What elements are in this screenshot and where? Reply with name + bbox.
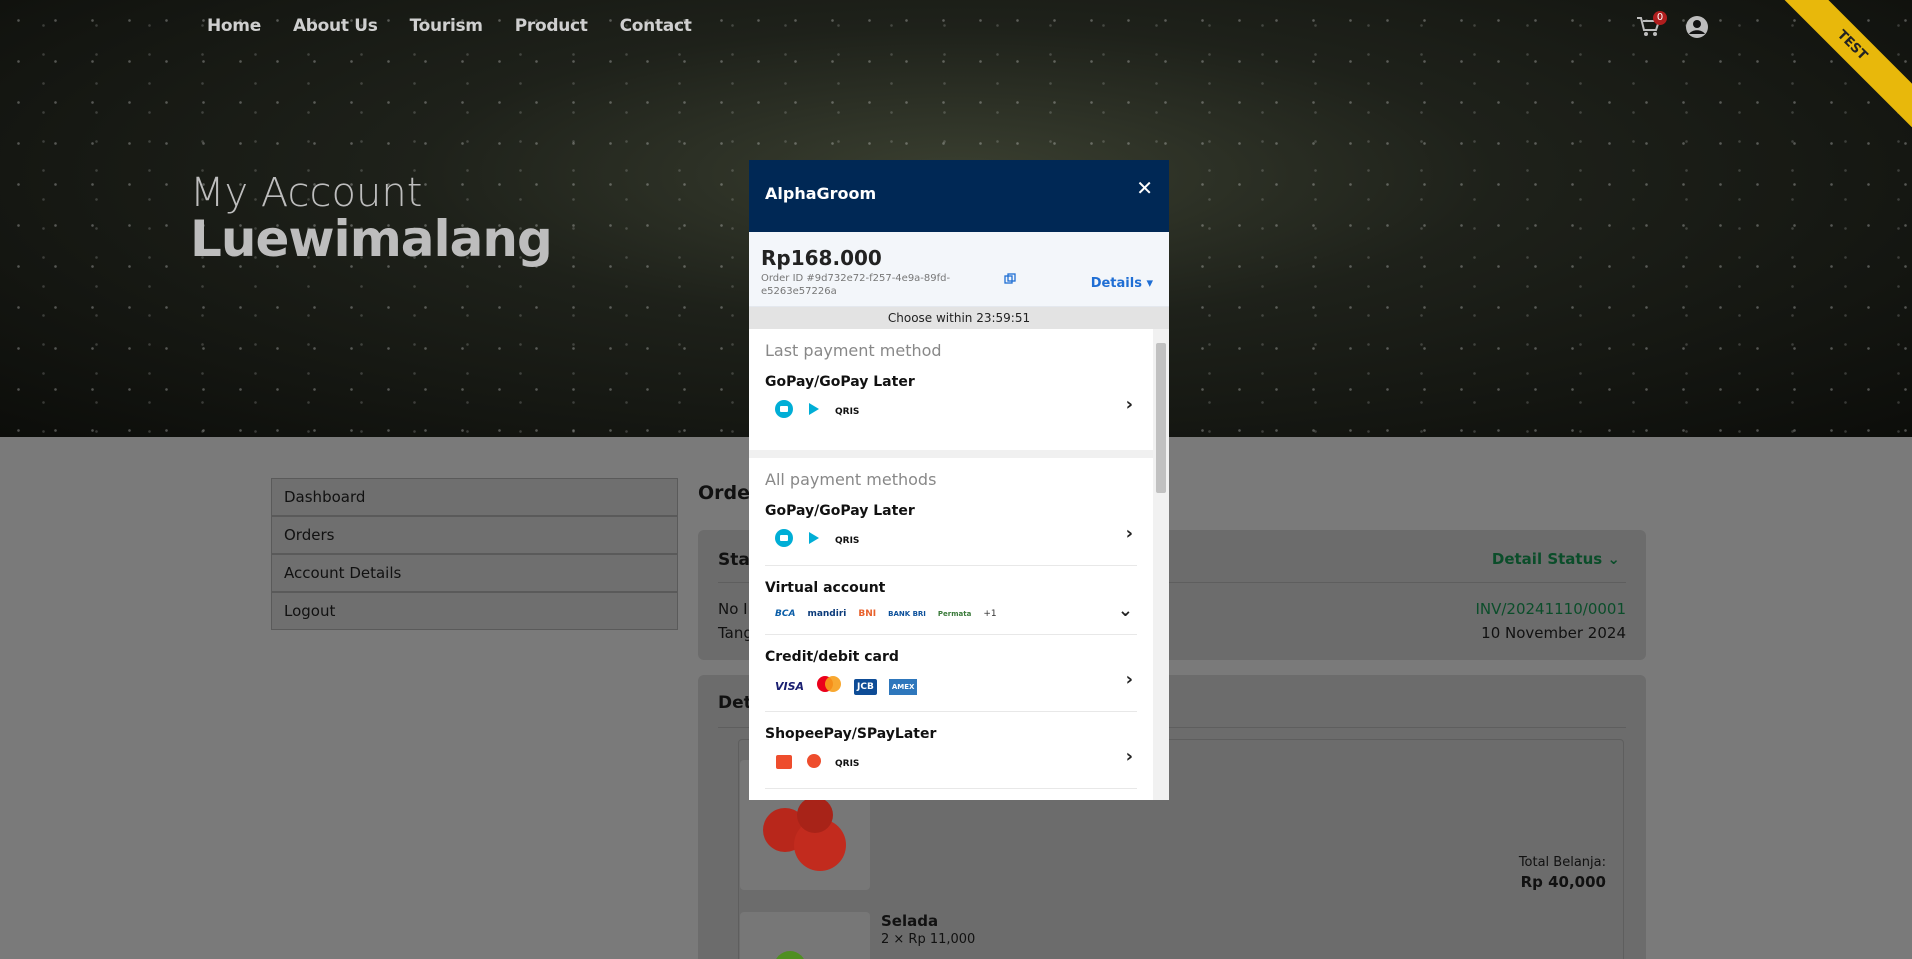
menu-orders[interactable]: Orders [271, 516, 678, 554]
item-quantity: 2 × Rp 11,000 [881, 932, 976, 947]
nav-about-us[interactable]: About Us [293, 16, 378, 36]
merchant-name: AlphaGroom [765, 184, 877, 203]
payment-method-virtual-account[interactable]: Virtual account ⌄ BCA mandiri BNI BANK B… [765, 580, 1137, 635]
method-icons: VISA JCB AMEX [765, 675, 1137, 699]
method-icons: QRIS [765, 400, 1137, 424]
payment-method-gopay-last[interactable]: GoPay/GoPay Later › QRIS [765, 374, 1137, 436]
qris-icon: QRIS [835, 407, 860, 417]
order-date: 10 November 2024 [1481, 624, 1626, 642]
test-ribbon: TEST [1772, 0, 1912, 140]
bca-icon: BCA [775, 609, 796, 619]
nav-home[interactable]: Home [207, 16, 261, 36]
method-name: Credit/debit card [765, 649, 899, 665]
menu-logout[interactable]: Logout [271, 592, 678, 630]
copy-icon[interactable] [1004, 273, 1016, 285]
method-icons: BCA mandiri BNI BANK BRI Permata +1 [765, 606, 1137, 622]
more-banks-count: +1 [983, 609, 997, 619]
chevron-down-icon: ⌄ [1607, 550, 1620, 568]
nav-product[interactable]: Product [515, 16, 588, 36]
item-name: Selada [881, 912, 939, 930]
caret-down-icon: ▾ [1146, 276, 1153, 291]
method-icons: QRIS [765, 529, 1137, 553]
bni-icon: BNI [858, 609, 877, 619]
date-label: Tang [718, 624, 753, 642]
cart-badge: 0 [1653, 11, 1667, 25]
user-icon[interactable] [1685, 15, 1709, 39]
countdown-timer: Choose within 23:59:51 [749, 307, 1169, 329]
chevron-right-icon: › [1125, 746, 1133, 767]
spaylater-icon [805, 752, 823, 776]
jcb-icon: JCB [854, 679, 877, 695]
payment-method-gopay[interactable]: GoPay/GoPay Later › QRIS [765, 503, 1137, 566]
gopay-icon [775, 529, 793, 553]
payment-list[interactable]: Last payment method GoPay/GoPay Later › … [749, 329, 1153, 800]
method-name: GoPay/GoPay Later [765, 374, 915, 390]
gopay-icon [775, 400, 793, 424]
total-value: Rp 40,000 [1520, 873, 1606, 891]
account-menu: Dashboard Orders Account Details Logout [271, 478, 678, 630]
last-method-header: Last payment method [765, 341, 942, 360]
menu-dashboard[interactable]: Dashboard [271, 478, 678, 516]
qris-icon: QRIS [835, 536, 860, 546]
payment-method-card[interactable]: Credit/debit card › VISA JCB AMEX [765, 649, 1137, 712]
order-id: Order ID #9d732e72-f257-4e9a-89fd-e5263e… [761, 273, 951, 297]
gopaylater-icon [805, 400, 823, 424]
all-methods-header: All payment methods [765, 470, 937, 489]
close-icon[interactable]: ✕ [1136, 176, 1153, 200]
detail-status-toggle[interactable]: Detail Status ⌄ [1492, 550, 1620, 568]
gopaylater-icon [805, 529, 823, 553]
chevron-down-icon: ⌄ [1117, 600, 1133, 621]
modal-header: AlphaGroom ✕ [749, 160, 1169, 232]
shopeepay-icon [775, 752, 793, 776]
lettuce-image [740, 912, 870, 959]
invoice-number[interactable]: INV/20241110/0001 [1475, 600, 1626, 618]
method-icons: QRIS [765, 752, 1137, 776]
visa-icon: VISA [775, 680, 805, 693]
scrollbar[interactable] [1153, 329, 1169, 800]
hero-title: Luewimalang [190, 210, 553, 268]
nav-tourism[interactable]: Tourism [410, 16, 483, 36]
payment-amount: Rp168.000 [761, 246, 882, 270]
qris-icon: QRIS [835, 759, 860, 769]
chevron-right-icon: › [1125, 394, 1133, 415]
bri-icon: BANK BRI [888, 610, 926, 618]
method-name: GoPay/GoPay Later [765, 503, 915, 519]
payment-method-shopeepay[interactable]: ShopeePay/SPayLater › QRIS [765, 726, 1137, 789]
total-label: Total Belanja: [1518, 855, 1606, 870]
mandiri-icon: mandiri [807, 609, 847, 619]
scrollbar-thumb[interactable] [1156, 343, 1166, 493]
amex-icon: AMEX [888, 679, 918, 695]
mastercard-icon [816, 675, 842, 699]
details-toggle[interactable]: Details ▾ [1091, 276, 1153, 291]
nav-contact[interactable]: Contact [620, 16, 692, 36]
chevron-right-icon: › [1125, 523, 1133, 544]
chevron-right-icon: › [1125, 669, 1133, 690]
main-nav: Home About Us Tourism Product Contact [207, 16, 692, 36]
amount-panel: Rp168.000 Order ID #9d732e72-f257-4e9a-8… [749, 232, 1169, 307]
method-name: Virtual account [765, 580, 886, 596]
menu-account-details[interactable]: Account Details [271, 554, 678, 592]
permata-icon: Permata [937, 610, 972, 618]
section-gap [749, 450, 1153, 458]
payment-modal: AlphaGroom ✕ Rp168.000 Order ID #9d732e7… [749, 160, 1169, 800]
method-name: ShopeePay/SPayLater [765, 726, 937, 742]
